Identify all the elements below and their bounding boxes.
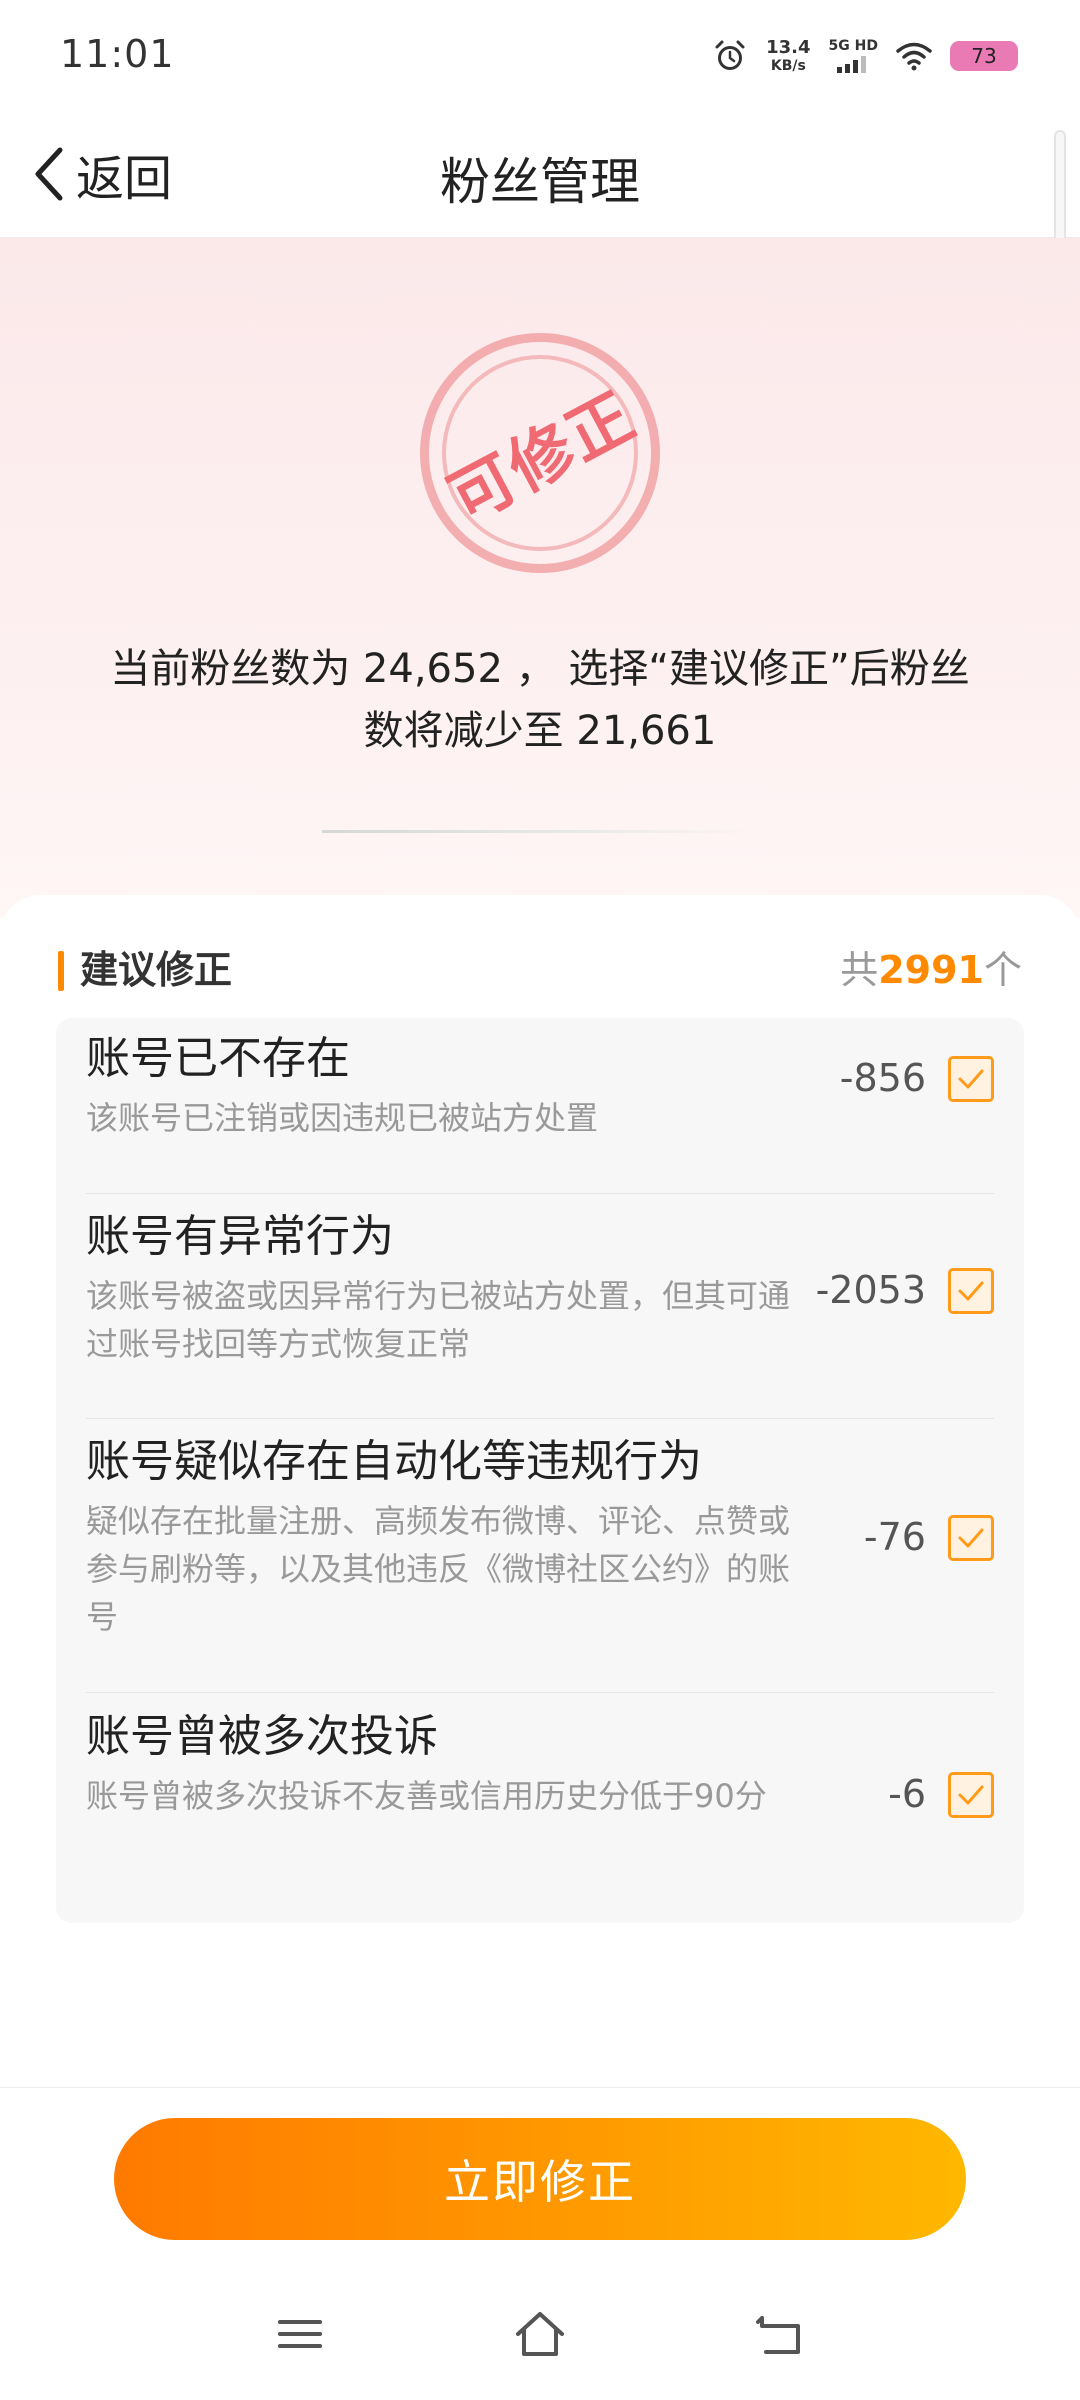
navigation-bar: 返回 粉丝管理 xyxy=(0,110,1080,238)
item-count: -76 xyxy=(863,1515,926,1559)
list-divider xyxy=(86,1418,994,1419)
list-divider xyxy=(86,1692,994,1693)
list-item-account-not-exist[interactable]: 账号已不存在 该账号已注销或因违规已被站方处置 -856 xyxy=(86,1030,994,1142)
section-header: 建议修正 共2991个 xyxy=(58,945,1022,995)
stamp-text: 可修正 xyxy=(438,379,648,538)
network-type: 5G HD xyxy=(828,38,878,54)
hero-divider xyxy=(322,830,758,833)
item-checkbox[interactable] xyxy=(948,1772,994,1818)
item-title: 账号有异常行为 xyxy=(86,1211,394,1262)
check-icon xyxy=(958,1785,984,1805)
fans-summary-line-1: 当前粉丝数为 24,652 ， 选择“建议修正”后粉丝 xyxy=(110,646,970,692)
total-count: 2991 xyxy=(878,948,984,992)
total-prefix: 共 xyxy=(840,948,879,992)
list-item-abnormal-behavior[interactable]: 账号有异常行为 该账号被盗或因异常行为已被站方处置，但其可通过账号找回等方式恢复… xyxy=(86,1208,994,1368)
item-title: 账号疑似存在自动化等违规行为 xyxy=(86,1436,702,1487)
back-icon xyxy=(756,2316,800,2354)
fans-management-screen: 11:01 13.4 KB/s 5G HD 73 返回 粉丝管理 可修正 当前粉… xyxy=(0,0,1080,2400)
network-speed: 13.4 KB/s xyxy=(766,37,811,74)
check-icon xyxy=(958,1069,984,1089)
item-count: -2053 xyxy=(815,1268,926,1312)
check-icon xyxy=(958,1528,984,1548)
item-checkbox[interactable] xyxy=(948,1056,994,1102)
network-speed-unit: KB/s xyxy=(770,58,806,74)
home-icon xyxy=(516,2312,564,2356)
network-speed-value: 13.4 xyxy=(766,37,811,58)
item-desc: 该账号被盗或因异常行为已被站方处置，但其可通过账号找回等方式恢复正常 xyxy=(86,1277,791,1363)
suggestion-card: 建议修正 共2991个 账号已不存在 该账号已注销或因违规已被站方处置 -856… xyxy=(0,895,1080,2085)
menu-button[interactable] xyxy=(270,2304,330,2364)
section-total: 共2991个 xyxy=(840,945,1022,995)
back-nav-button[interactable] xyxy=(750,2304,810,2364)
list-item-multiple-complaints[interactable]: 账号曾被多次投诉 账号曾被多次投诉不友善或信用历史分低于90分 -6 xyxy=(86,1708,994,1820)
menu-icon xyxy=(278,2320,322,2348)
battery-indicator: 73 xyxy=(950,41,1018,71)
item-checkbox[interactable] xyxy=(948,1268,994,1314)
item-desc: 疑似存在批量注册、高频发布微博、评论、点赞或参与刷粉等，以及其他违反《微博社区公… xyxy=(86,1502,791,1636)
item-count: -6 xyxy=(888,1772,926,1816)
list-divider xyxy=(86,1193,994,1194)
correctable-stamp: 可修正 xyxy=(420,333,660,573)
item-title: 账号曾被多次投诉 xyxy=(86,1711,438,1762)
system-navigation-bar xyxy=(0,2290,1080,2380)
suggestion-list: 账号已不存在 该账号已注销或因违规已被站方处置 -856 账号有异常行为 该账号… xyxy=(56,1018,1024,1923)
section-accent-bar xyxy=(58,951,64,991)
bottom-divider xyxy=(0,2087,1080,2088)
check-icon xyxy=(958,1281,984,1301)
page-title: 粉丝管理 xyxy=(440,153,640,211)
fans-summary-line-2: 数将减少至 21,661 xyxy=(363,708,717,754)
section-title: 建议修正 xyxy=(80,948,233,992)
signal-icon xyxy=(837,56,867,73)
alarm-icon xyxy=(715,40,745,70)
hero-banner: 可修正 当前粉丝数为 24,652 ， 选择“建议修正”后粉丝 数将减少至 21… xyxy=(0,238,1080,918)
item-checkbox[interactable] xyxy=(948,1515,994,1561)
item-desc: 该账号已注销或因违规已被站方处置 xyxy=(86,1099,599,1137)
status-time: 11:01 xyxy=(60,32,175,76)
status-icons: 13.4 KB/s 5G HD 73 xyxy=(712,34,1018,78)
fans-summary-message: 当前粉丝数为 24,652 ， 选择“建议修正”后粉丝 数将减少至 21,661 xyxy=(70,638,1010,762)
list-item-automation-violation[interactable]: 账号疑似存在自动化等违规行为 疑似存在批量注册、高频发布微博、评论、点赞或参与刷… xyxy=(86,1433,994,1641)
item-desc: 账号曾被多次投诉不友善或信用历史分低于90分 xyxy=(86,1777,767,1815)
scrollbar[interactable] xyxy=(1054,130,1066,250)
wifi-icon xyxy=(896,42,932,71)
cell-signal: 5G HD xyxy=(829,39,878,73)
total-suffix: 个 xyxy=(983,948,1022,992)
status-bar: 11:01 13.4 KB/s 5G HD 73 xyxy=(0,0,1080,110)
fix-now-button[interactable]: 立即修正 xyxy=(114,2118,966,2240)
home-button[interactable] xyxy=(510,2304,570,2364)
item-count: -856 xyxy=(839,1056,926,1100)
